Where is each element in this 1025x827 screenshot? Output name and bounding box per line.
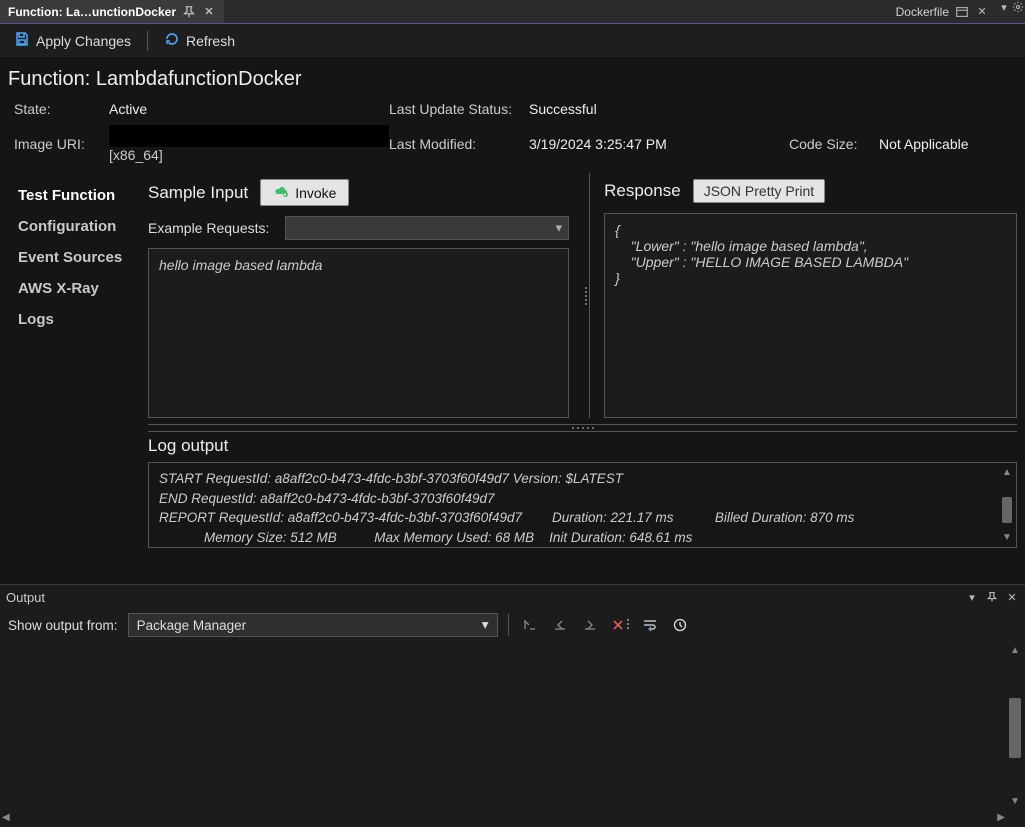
output-toolbar: Show output from: Package Manager ▾ [0, 609, 1025, 641]
document-tabstrip: Function: La…unctionDocker ✕ Dockerfile … [0, 0, 1025, 24]
refresh-button[interactable]: Refresh [158, 29, 241, 52]
architecture-value: [x86_64] [109, 147, 389, 163]
response-panel: Response JSON Pretty Print { "Lower" : "… [604, 173, 1017, 418]
info-grid: State: Active Last Update Status: Succes… [0, 97, 1025, 173]
vertical-splitter[interactable] [583, 173, 590, 418]
nav-logs[interactable]: Logs [18, 311, 138, 328]
last-modified-value: 3/19/2024 3:25:47 PM [529, 136, 789, 152]
tab-dockerfile[interactable]: Dockerfile ✕ [888, 0, 997, 23]
invoke-button[interactable]: Invoke [260, 179, 349, 206]
chevron-down-icon: ▾ [482, 617, 489, 633]
sample-input-editor[interactable]: hello image based lambda [148, 248, 569, 418]
scroll-right-icon[interactable]: ▶ [997, 812, 1005, 823]
code-size-value: Not Applicable [879, 136, 1011, 152]
chevron-down-icon: ▾ [556, 220, 563, 236]
goto-source-icon[interactable] [519, 614, 541, 636]
output-source-combo[interactable]: Package Manager ▾ [128, 613, 498, 637]
example-requests-label: Example Requests: [148, 220, 269, 236]
refresh-label: Refresh [186, 33, 235, 49]
cloud-invoke-icon [273, 183, 289, 202]
output-source-value: Package Manager [137, 618, 247, 633]
last-update-label: Last Update Status: [389, 101, 529, 117]
state-label: State: [14, 101, 109, 117]
sample-input-title: Sample Input [148, 183, 248, 203]
output-horizontal-scrollbar[interactable]: ◀ ▶ [2, 809, 1005, 825]
scroll-thumb[interactable] [1002, 497, 1012, 523]
action-toolbar: Apply Changes Refresh [0, 24, 1025, 58]
nav-aws-xray[interactable]: AWS X-Ray [18, 280, 138, 297]
apply-changes-button[interactable]: Apply Changes [8, 29, 137, 52]
nav-configuration[interactable]: Configuration [18, 218, 138, 235]
scroll-thumb[interactable] [1009, 698, 1021, 758]
sample-input-panel: Sample Input Invoke Example Requests: ▾ [148, 173, 569, 418]
image-uri-label: Image URI: [14, 136, 109, 152]
invoke-label: Invoke [295, 185, 336, 201]
output-title: Output [6, 590, 45, 605]
scroll-down-icon[interactable]: ▼ [1010, 796, 1020, 807]
chevron-down-icon[interactable]: ▾ [965, 590, 979, 604]
output-body[interactable]: ▲ ▼ ◀ ▶ [0, 641, 1025, 827]
close-icon[interactable]: ✕ [975, 5, 989, 19]
clear-all-icon[interactable] [609, 614, 631, 636]
tab-label: Function: La…unctionDocker [8, 5, 176, 19]
nav-event-sources[interactable]: Event Sources [18, 249, 138, 266]
main-area: Function: LambdafunctionDocker State: Ac… [0, 58, 1025, 584]
gear-icon[interactable] [1011, 0, 1025, 14]
toolbar-separator [147, 31, 148, 51]
log-section: Log output START RequestId: a8aff2c0-b47… [148, 434, 1017, 548]
example-requests-combo[interactable]: ▾ [285, 216, 569, 240]
log-output-box[interactable]: START RequestId: a8aff2c0-b473-4fdc-b3bf… [148, 462, 1017, 548]
word-wrap-icon[interactable] [639, 614, 661, 636]
close-icon[interactable]: ✕ [202, 5, 216, 19]
state-value: Active [109, 101, 389, 117]
next-message-icon[interactable] [579, 614, 601, 636]
work-area: Sample Input Invoke Example Requests: ▾ [148, 173, 1017, 548]
scroll-down-icon[interactable]: ▼ [1002, 532, 1012, 543]
timestamp-icon[interactable] [669, 614, 691, 636]
output-vertical-scrollbar[interactable]: ▲ ▼ [1007, 645, 1023, 807]
log-output-title: Log output [148, 434, 1017, 462]
side-nav: Test Function Configuration Event Source… [8, 173, 148, 548]
log-output-text: START RequestId: a8aff2c0-b473-4fdc-b3bf… [159, 469, 1006, 547]
code-size-label: Code Size: [789, 136, 879, 152]
last-update-value: Successful [529, 101, 789, 117]
scroll-left-icon[interactable]: ◀ [2, 812, 10, 823]
refresh-icon [164, 31, 180, 50]
horizontal-splitter[interactable] [148, 424, 1017, 432]
show-output-from-label: Show output from: [8, 618, 118, 633]
close-icon[interactable]: ✕ [1005, 590, 1019, 604]
tab-function-docker[interactable]: Function: La…unctionDocker ✕ [0, 0, 224, 23]
pin-icon[interactable] [985, 590, 999, 604]
log-scrollbar[interactable]: ▲ ▼ [1000, 467, 1014, 543]
last-modified-label: Last Modified: [389, 136, 529, 152]
save-icon [14, 31, 30, 50]
nav-test-function[interactable]: Test Function [18, 187, 138, 204]
pin-icon[interactable] [182, 5, 196, 19]
prev-message-icon[interactable] [549, 614, 571, 636]
chevron-down-icon[interactable]: ▾ [997, 0, 1011, 14]
image-uri-value-redacted [109, 125, 389, 147]
tab-label: Dockerfile [896, 5, 949, 19]
image-uri-block: [x86_64] [109, 125, 389, 163]
output-tool-window: Output ▾ ✕ Show output from: Package Man… [0, 584, 1025, 827]
scroll-up-icon[interactable]: ▲ [1002, 467, 1012, 478]
scroll-up-icon[interactable]: ▲ [1010, 645, 1020, 656]
response-editor[interactable]: { "Lower" : "hello image based lambda", … [604, 213, 1017, 418]
preview-icon[interactable] [955, 5, 969, 19]
page-title: Function: LambdafunctionDocker [0, 58, 1025, 97]
response-title: Response [604, 181, 681, 201]
json-pretty-print-button[interactable]: JSON Pretty Print [693, 179, 825, 203]
apply-changes-label: Apply Changes [36, 33, 131, 49]
